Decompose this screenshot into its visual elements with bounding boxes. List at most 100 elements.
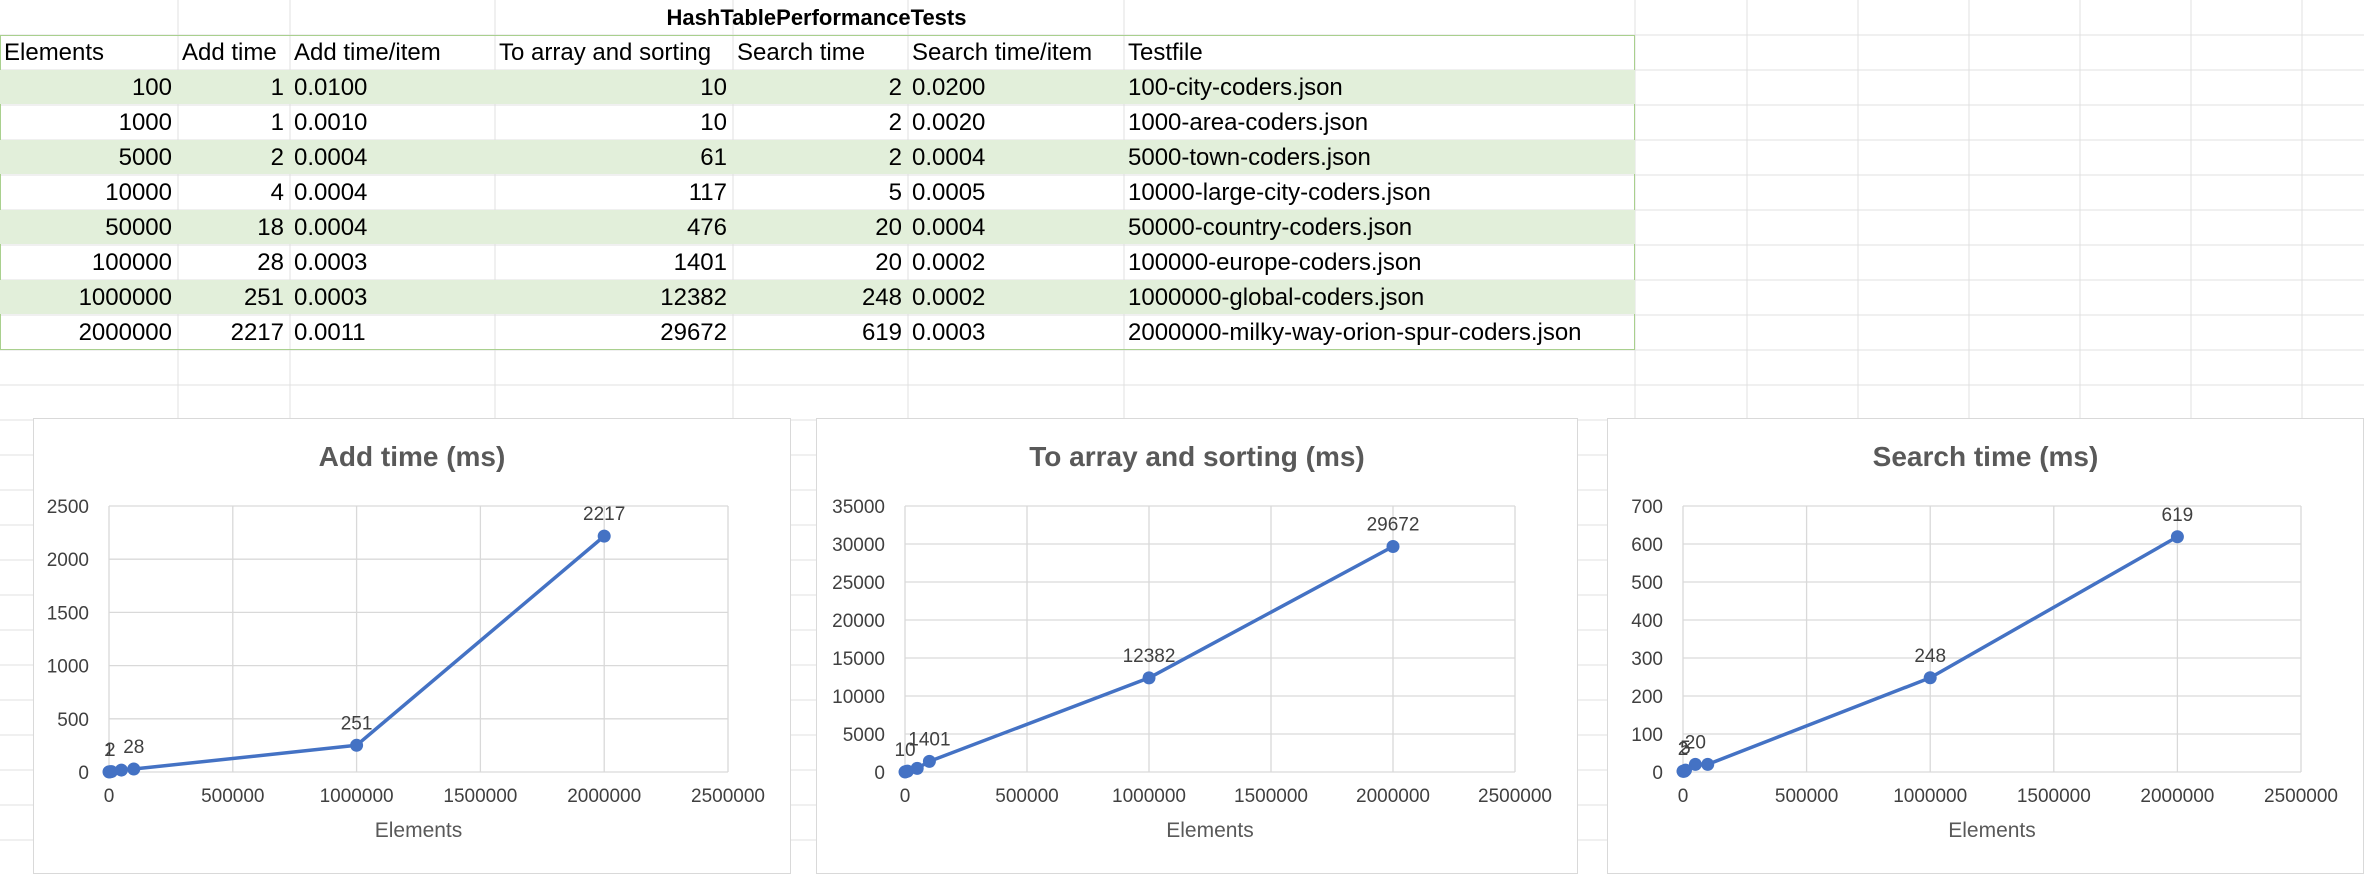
table-cell[interactable]: 1: [178, 70, 290, 105]
table-cell[interactable]: 100-city-coders.json: [1124, 70, 1644, 105]
data-point[interactable]: [1701, 757, 1715, 771]
table-cell[interactable]: 2000000: [0, 315, 178, 350]
table-cell[interactable]: 1000-area-coders.json: [1124, 105, 1644, 140]
table-cell[interactable]: 0.0004: [908, 210, 1124, 245]
table-cell[interactable]: 50000-country-coders.json: [1124, 210, 1644, 245]
table-cell[interactable]: 0.0010: [290, 105, 495, 140]
table-cell[interactable]: 2: [733, 140, 908, 175]
table-cell[interactable]: 61: [495, 140, 733, 175]
table-cell[interactable]: 1000000-global-coders.json: [1124, 280, 1644, 315]
data-point[interactable]: [114, 763, 128, 777]
table-cell[interactable]: 476: [495, 210, 733, 245]
table-cell[interactable]: 10000-large-city-coders.json: [1124, 175, 1644, 210]
table-cell[interactable]: 20: [733, 245, 908, 280]
table-cell[interactable]: 0.0003: [908, 315, 1124, 350]
table-cell[interactable]: 2: [733, 70, 908, 105]
chart-to-array-and-sorting[interactable]: To array and sorting (ms) 0 5000 10000 15000…: [816, 418, 1578, 874]
table-cell[interactable]: 5000: [0, 140, 178, 175]
x-axis-title: Elements: [1948, 819, 2036, 842]
table-cell[interactable]: 18: [178, 210, 290, 245]
x-tick-label: 2000000: [2140, 786, 2214, 807]
y-tick-label: 20000: [832, 611, 885, 632]
table-cell[interactable]: 20: [733, 210, 908, 245]
x-tick-label: 0: [1678, 786, 1689, 807]
table-cell[interactable]: 0.0004: [290, 175, 495, 210]
table-cell[interactable]: 2: [733, 105, 908, 140]
table-cell[interactable]: 29672: [495, 315, 733, 350]
table-cell[interactable]: 10: [495, 105, 733, 140]
table-cell[interactable]: 1000000: [0, 280, 178, 315]
y-tick-label: 0: [1652, 763, 1663, 784]
table-cell[interactable]: 248: [733, 280, 908, 315]
table-cell[interactable]: 100: [0, 70, 178, 105]
y-tick-label: 0: [78, 763, 89, 784]
data-point[interactable]: [127, 762, 141, 776]
column-header[interactable]: Elements: [0, 35, 178, 70]
table-cell[interactable]: 0.0200: [908, 70, 1124, 105]
table-cell[interactable]: 0.0004: [908, 140, 1124, 175]
table-cell[interactable]: 1: [178, 105, 290, 140]
x-axis-title: Elements: [1166, 819, 1254, 842]
data-point[interactable]: [1688, 757, 1702, 771]
data-label: 20: [1685, 732, 1706, 753]
table-cell[interactable]: 619: [733, 315, 908, 350]
data-point[interactable]: [1923, 671, 1937, 685]
table-cell[interactable]: 0.0011: [290, 315, 495, 350]
table-cell[interactable]: 2: [178, 140, 290, 175]
column-header[interactable]: Add time/item: [290, 35, 495, 70]
data-point[interactable]: [2170, 530, 2184, 544]
data-point[interactable]: [922, 754, 936, 768]
y-tick-label: 700: [1631, 497, 1663, 518]
data-label: 28: [123, 737, 144, 758]
table-cell[interactable]: 0.0003: [290, 280, 495, 315]
table-cell[interactable]: 251: [178, 280, 290, 315]
table-cell[interactable]: 0.0005: [908, 175, 1124, 210]
column-header[interactable]: To array and sorting: [495, 35, 733, 70]
column-header[interactable]: Add time: [178, 35, 290, 70]
x-tick-label: 2500000: [1478, 786, 1552, 807]
table-cell[interactable]: 10000: [0, 175, 178, 210]
table-cell[interactable]: 0.0004: [290, 210, 495, 245]
y-tick-label: 200: [1631, 687, 1663, 708]
table-cell[interactable]: 2000000-milky-way-orion-spur-coders.json: [1124, 315, 1644, 350]
table-cell[interactable]: 5000-town-coders.json: [1124, 140, 1644, 175]
data-label: 29672: [1367, 514, 1420, 535]
data-point[interactable]: [597, 529, 611, 543]
table-cell[interactable]: 0.0020: [908, 105, 1124, 140]
table-cell[interactable]: 0.0100: [290, 70, 495, 105]
chart-search-time[interactable]: Search time (ms) 0 100 200 300 400 500 600 700 0 5…: [1607, 418, 2364, 874]
chart-svg: To array and sorting (ms) 0 5000 10000 15000…: [832, 441, 1552, 842]
data-point[interactable]: [1142, 671, 1156, 685]
x-tick-label: 1500000: [443, 786, 517, 807]
x-tick-label: 1000000: [1112, 786, 1186, 807]
y-tick-label: 1500: [47, 603, 89, 624]
data-point[interactable]: [910, 761, 924, 775]
chart-add-time[interactable]: Add time (ms) 0 500 1000 1500 2000 2500 0 500000…: [33, 418, 791, 874]
y-tick-label: 1000: [47, 657, 89, 678]
table-cell[interactable]: 2217: [178, 315, 290, 350]
table-cell[interactable]: 0.0002: [908, 245, 1124, 280]
y-tick-label: 15000: [832, 649, 885, 670]
table-cell[interactable]: 0.0002: [908, 280, 1124, 315]
x-tick-label: 1500000: [2017, 786, 2091, 807]
table-cell[interactable]: 0.0004: [290, 140, 495, 175]
data-point[interactable]: [350, 738, 364, 752]
data-point[interactable]: [1386, 539, 1400, 553]
table-cell[interactable]: 117: [495, 175, 733, 210]
table-cell[interactable]: 50000: [0, 210, 178, 245]
table-cell[interactable]: 5: [733, 175, 908, 210]
table-cell[interactable]: 4: [178, 175, 290, 210]
table-cell[interactable]: 1000: [0, 105, 178, 140]
column-header[interactable]: Search time: [733, 35, 908, 70]
y-tick-label: 10000: [832, 687, 885, 708]
table-cell[interactable]: 100000-europe-coders.json: [1124, 245, 1644, 280]
x-tick-label: 1000000: [1893, 786, 1967, 807]
column-header[interactable]: Testfile: [1124, 35, 1644, 70]
table-cell[interactable]: 0.0003: [290, 245, 495, 280]
table-cell[interactable]: 10: [495, 70, 733, 105]
table-cell[interactable]: 100000: [0, 245, 178, 280]
table-cell[interactable]: 1401: [495, 245, 733, 280]
table-cell[interactable]: 12382: [495, 280, 733, 315]
table-cell[interactable]: 28: [178, 245, 290, 280]
column-header[interactable]: Search time/item: [908, 35, 1124, 70]
